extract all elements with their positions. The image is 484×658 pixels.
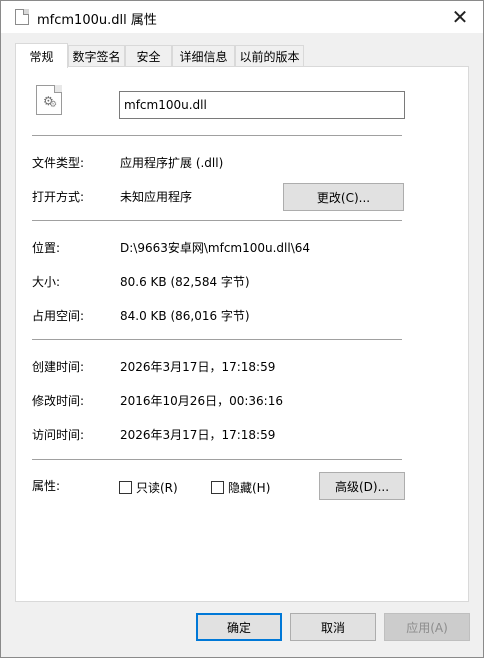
change-button[interactable]: 更改(C)... [283, 183, 404, 211]
general-panel: ⚙ ⚙ 文件类型: 应用程序扩展 (.dll) 打开方式: 未知应用程序 更改(… [15, 66, 469, 602]
size-value: 80.6 KB (82,584 字节) [120, 275, 250, 289]
open-with-value: 未知应用程序 [120, 190, 193, 204]
tab-security[interactable]: 安全 [125, 45, 172, 67]
file-name-input[interactable] [119, 91, 405, 119]
file-type-value: 应用程序扩展 (.dll) [120, 156, 224, 170]
modified-value: 2016年10月26日，00:36:16 [120, 394, 283, 408]
dll-file-icon [15, 9, 29, 25]
separator [32, 459, 402, 460]
separator [32, 220, 402, 221]
cancel-button[interactable]: 取消 [290, 613, 376, 641]
small-gear-icon: ⚙ [49, 100, 58, 110]
hidden-label: 隐藏(H) [228, 481, 271, 495]
window-title: mfcm100u.dll 属性 [37, 13, 157, 28]
page-corner [54, 85, 62, 93]
dll-settings-file-icon: ⚙ ⚙ [36, 85, 62, 115]
close-icon[interactable]: ✕ [437, 1, 483, 33]
properties-dialog: mfcm100u.dll 属性 ✕ 常规 数字签名 安全 详细信息 以前的版本 … [0, 0, 484, 658]
accessed-label: 访问时间: [32, 428, 85, 442]
apply-button[interactable]: 应用(A) [384, 613, 470, 641]
hidden-checkbox[interactable]: 隐藏(H) [211, 479, 270, 496]
separator [32, 339, 402, 340]
readonly-checkbox-box[interactable] [119, 481, 132, 494]
title-bar: mfcm100u.dll 属性 ✕ [1, 1, 483, 33]
location-label: 位置: [32, 241, 61, 255]
readonly-checkbox[interactable]: 只读(R) [119, 479, 178, 496]
tab-previous-versions[interactable]: 以前的版本 [235, 45, 304, 67]
separator [32, 135, 402, 136]
size-label: 大小: [32, 275, 61, 289]
modified-label: 修改时间: [32, 394, 85, 408]
open-with-label: 打开方式: [32, 190, 85, 204]
readonly-label: 只读(R) [136, 481, 178, 495]
created-label: 创建时间: [32, 360, 85, 374]
ok-button[interactable]: 确定 [196, 613, 282, 641]
hidden-checkbox-box[interactable] [211, 481, 224, 494]
tab-digital-signatures[interactable]: 数字签名 [68, 45, 125, 67]
tab-details[interactable]: 详细信息 [172, 45, 235, 67]
file-type-label: 文件类型: [32, 156, 85, 170]
created-value: 2026年3月17日，17:18:59 [120, 360, 276, 374]
accessed-value: 2026年3月17日，17:18:59 [120, 428, 276, 442]
location-value: D:\9663安卓网\mfcm100u.dll\64 [120, 241, 311, 255]
attributes-label: 属性: [32, 479, 61, 493]
size-on-disk-label: 占用空间: [32, 309, 85, 323]
tab-general[interactable]: 常规 [15, 43, 68, 68]
advanced-button[interactable]: 高级(D)... [319, 472, 405, 500]
size-on-disk-value: 84.0 KB (86,016 字节) [120, 309, 250, 323]
